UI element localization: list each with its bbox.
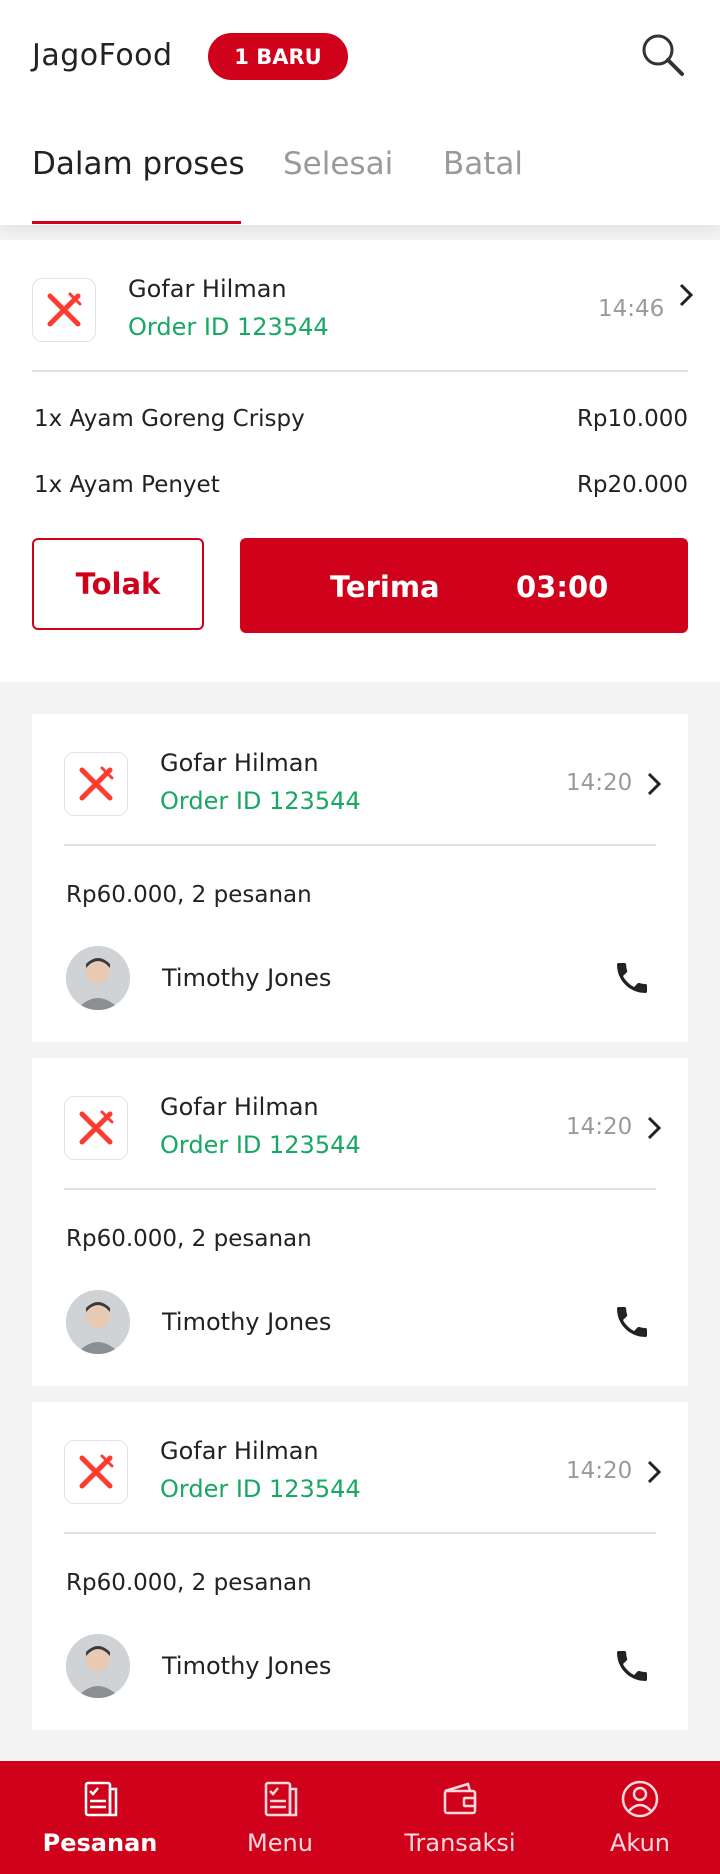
bottom-navigation: Pesanan Menu Transaksi Akun — [0, 1761, 720, 1874]
accept-countdown: 03:00 — [516, 570, 609, 604]
phone-icon[interactable] — [612, 958, 652, 998]
order-id: Order ID 123544 — [160, 787, 361, 815]
chevron-right-icon[interactable] — [644, 1459, 664, 1485]
order-item-name: 1x Ayam Penyet — [34, 472, 220, 498]
divider — [64, 844, 656, 846]
order-id: Order ID 123544 — [160, 1131, 361, 1159]
orders-icon — [84, 1781, 118, 1817]
active-tab-indicator — [32, 221, 241, 224]
nav-label-pesanan: Pesanan — [42, 1829, 158, 1857]
customer-name: Gofar Hilman — [160, 1093, 319, 1121]
order-card[interactable]: Gofar Hilman Order ID 123544 14:20 Rp60.… — [32, 1402, 688, 1730]
new-order-card: Gofar Hilman Order ID 123544 14:46 1x Ay… — [0, 240, 720, 682]
customer-name: Gofar Hilman — [160, 749, 319, 777]
order-id: Order ID 123544 — [160, 1475, 361, 1503]
accept-button-label: Terima — [330, 570, 440, 604]
order-item-price: Rp10.000 — [576, 406, 688, 432]
search-icon[interactable] — [640, 32, 686, 78]
driver-name: Timothy Jones — [162, 964, 332, 992]
order-id: Order ID 123544 — [128, 313, 329, 341]
order-time: 14:20 — [566, 770, 633, 796]
driver-name: Timothy Jones — [162, 1308, 332, 1336]
nav-item-pesanan[interactable]: Pesanan — [10, 1761, 190, 1874]
order-time: 14:20 — [566, 1458, 633, 1484]
avatar — [66, 1290, 130, 1354]
nav-item-transaksi[interactable]: Transaksi — [370, 1761, 550, 1874]
avatar — [66, 946, 130, 1010]
restaurant-icon — [64, 1440, 128, 1504]
app-header: JagoFood 1 BARU Dalam proses Selesai Bat… — [0, 0, 720, 225]
nav-item-akun[interactable]: Akun — [550, 1761, 720, 1874]
new-orders-badge[interactable]: 1 BARU — [208, 33, 348, 80]
wallet-icon — [443, 1782, 477, 1815]
menu-icon — [264, 1781, 298, 1817]
divider — [64, 1188, 656, 1190]
divider — [64, 1532, 656, 1534]
tab-selesai[interactable]: Selesai — [283, 146, 393, 182]
chevron-right-icon[interactable] — [676, 282, 696, 308]
restaurant-icon — [64, 752, 128, 816]
avatar — [66, 1634, 130, 1698]
app-title: JagoFood — [32, 38, 173, 73]
nav-label-menu: Menu — [247, 1829, 313, 1857]
accept-button[interactable]: Terima 03:00 — [240, 538, 688, 633]
order-card[interactable]: Gofar Hilman Order ID 123544 14:20 Rp60.… — [32, 714, 688, 1042]
phone-icon[interactable] — [612, 1302, 652, 1342]
reject-button[interactable]: Tolak — [32, 538, 204, 630]
restaurant-icon — [32, 278, 96, 342]
customer-name: Gofar Hilman — [160, 1437, 319, 1465]
phone-icon[interactable] — [612, 1646, 652, 1686]
order-summary: Rp60.000, 2 pesanan — [66, 882, 312, 908]
nav-label-transaksi: Transaksi — [404, 1829, 516, 1857]
order-time: 14:20 — [566, 1114, 633, 1140]
order-item-price: Rp20.000 — [576, 472, 688, 498]
divider — [32, 370, 688, 372]
restaurant-icon — [64, 1096, 128, 1160]
customer-name: Gofar Hilman — [128, 275, 287, 303]
order-item-name: 1x Ayam Goreng Crispy — [34, 406, 305, 432]
account-icon — [621, 1780, 659, 1818]
order-card[interactable]: Gofar Hilman Order ID 123544 14:20 Rp60.… — [32, 1058, 688, 1386]
tab-batal[interactable]: Batal — [443, 146, 523, 182]
chevron-right-icon[interactable] — [644, 1115, 664, 1141]
tab-dalam-proses[interactable]: Dalam proses — [32, 146, 245, 182]
chevron-right-icon[interactable] — [644, 771, 664, 797]
driver-name: Timothy Jones — [162, 1652, 332, 1680]
order-summary: Rp60.000, 2 pesanan — [66, 1570, 312, 1596]
order-summary: Rp60.000, 2 pesanan — [66, 1226, 312, 1252]
nav-label-akun: Akun — [610, 1829, 670, 1857]
order-time: 14:46 — [598, 296, 665, 322]
nav-item-menu[interactable]: Menu — [190, 1761, 370, 1874]
